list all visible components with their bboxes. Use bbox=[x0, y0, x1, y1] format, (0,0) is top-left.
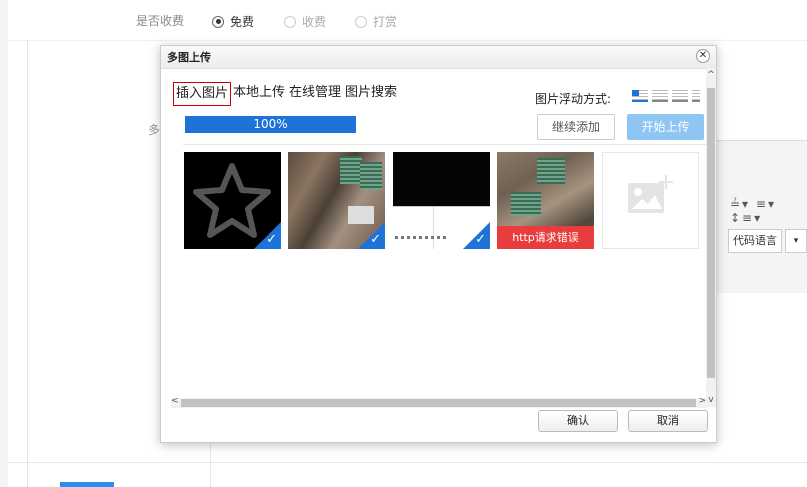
start-upload-button[interactable]: 开始上传 bbox=[627, 114, 704, 140]
fee-label: 是否收费 bbox=[136, 14, 185, 28]
scroll-up-icon[interactable]: ^ bbox=[706, 70, 716, 80]
editor-toolbar-icons[interactable]: ≟▾ ≡▾ ↕≡▾ bbox=[730, 197, 807, 225]
top-form-row: 是否收费 免费 收费 打赏 bbox=[8, 0, 807, 41]
progress-text: 100% bbox=[253, 117, 288, 131]
content-divider bbox=[210, 440, 211, 487]
field-label: 多 bbox=[148, 123, 161, 137]
tab-local-upload[interactable]: 本地上传 bbox=[231, 82, 287, 104]
scroll-left-icon[interactable]: < bbox=[171, 396, 179, 406]
chevron-down-icon[interactable]: ▾ bbox=[785, 229, 807, 253]
upload-progress-bar: 100% bbox=[185, 116, 356, 133]
float-none-icon[interactable] bbox=[632, 90, 648, 102]
shutter-shape bbox=[537, 158, 565, 184]
tab-online-manage[interactable]: 在线管理 bbox=[287, 82, 343, 104]
left-divider bbox=[27, 40, 28, 487]
float-center-icon[interactable] bbox=[692, 90, 700, 102]
image-thumb-building[interactable]: ✓ bbox=[288, 152, 385, 249]
shutter-shape bbox=[511, 192, 541, 216]
float-mode-label: 图片浮动方式: bbox=[535, 92, 612, 106]
multi-image-upload-dialog: 多图上传 ✕ 插入图片 本地上传 在线管理 图片搜索 图片浮动方式: 100% … bbox=[160, 45, 717, 443]
shutter-shape bbox=[340, 156, 362, 184]
screenshot-dark-area bbox=[393, 152, 490, 206]
float-mode-options bbox=[632, 90, 700, 102]
check-icon: ✓ bbox=[370, 232, 381, 247]
radio-dot-icon bbox=[284, 15, 296, 28]
tab-indicator bbox=[60, 482, 114, 487]
vertical-scrollbar[interactable]: ^ v bbox=[706, 68, 716, 407]
scroll-down-icon[interactable]: v bbox=[706, 395, 716, 405]
continue-add-button[interactable]: 继续添加 bbox=[537, 114, 615, 140]
radio-dot-icon bbox=[212, 15, 224, 28]
dialog-title: 多图上传 bbox=[167, 51, 211, 64]
scroll-right-icon[interactable]: > bbox=[698, 396, 706, 406]
screenshot-line bbox=[433, 207, 434, 249]
check-icon: ✓ bbox=[475, 232, 486, 247]
image-thumb-balcony[interactable]: http请求错误 bbox=[497, 152, 594, 249]
radio-dot-icon bbox=[355, 15, 367, 28]
check-icon: ✓ bbox=[266, 232, 277, 247]
dialog-titlebar[interactable]: 多图上传 ✕ bbox=[161, 46, 716, 69]
screenshot-line bbox=[393, 206, 490, 207]
radio-tip[interactable]: 打赏 bbox=[355, 13, 397, 30]
radio-free[interactable]: 免费 bbox=[212, 13, 254, 30]
tab-image-search[interactable]: 图片搜索 bbox=[343, 82, 399, 104]
add-image-icon bbox=[628, 175, 673, 213]
code-language-select[interactable]: 代码语言 bbox=[728, 229, 782, 253]
image-thumb-screenshot[interactable]: ✓ bbox=[393, 152, 490, 249]
shutter-shape bbox=[360, 162, 382, 190]
confirm-button[interactable]: 确认 bbox=[538, 410, 618, 432]
vertical-scroll-thumb[interactable] bbox=[707, 88, 715, 378]
screenshot-text-shape bbox=[395, 236, 447, 239]
tab-insert-image[interactable]: 插入图片 bbox=[173, 82, 232, 106]
float-left-icon[interactable] bbox=[652, 90, 668, 102]
image-thumb-star[interactable]: ✓ bbox=[184, 152, 281, 249]
add-image-placeholder[interactable] bbox=[602, 152, 699, 249]
close-icon[interactable]: ✕ bbox=[696, 49, 710, 63]
cancel-button[interactable]: 取消 bbox=[628, 410, 708, 432]
radio-paid[interactable]: 收费 bbox=[284, 13, 326, 30]
divider bbox=[183, 144, 708, 145]
upload-error-label: http请求错误 bbox=[497, 226, 594, 249]
horizontal-scroll-thumb[interactable] bbox=[181, 399, 696, 407]
float-right-icon[interactable] bbox=[672, 90, 688, 102]
dialog-tabs: 插入图片 本地上传 在线管理 图片搜索 bbox=[173, 82, 399, 106]
bottom-divider bbox=[8, 462, 807, 463]
horizontal-scrollbar[interactable]: < > bbox=[171, 396, 706, 408]
